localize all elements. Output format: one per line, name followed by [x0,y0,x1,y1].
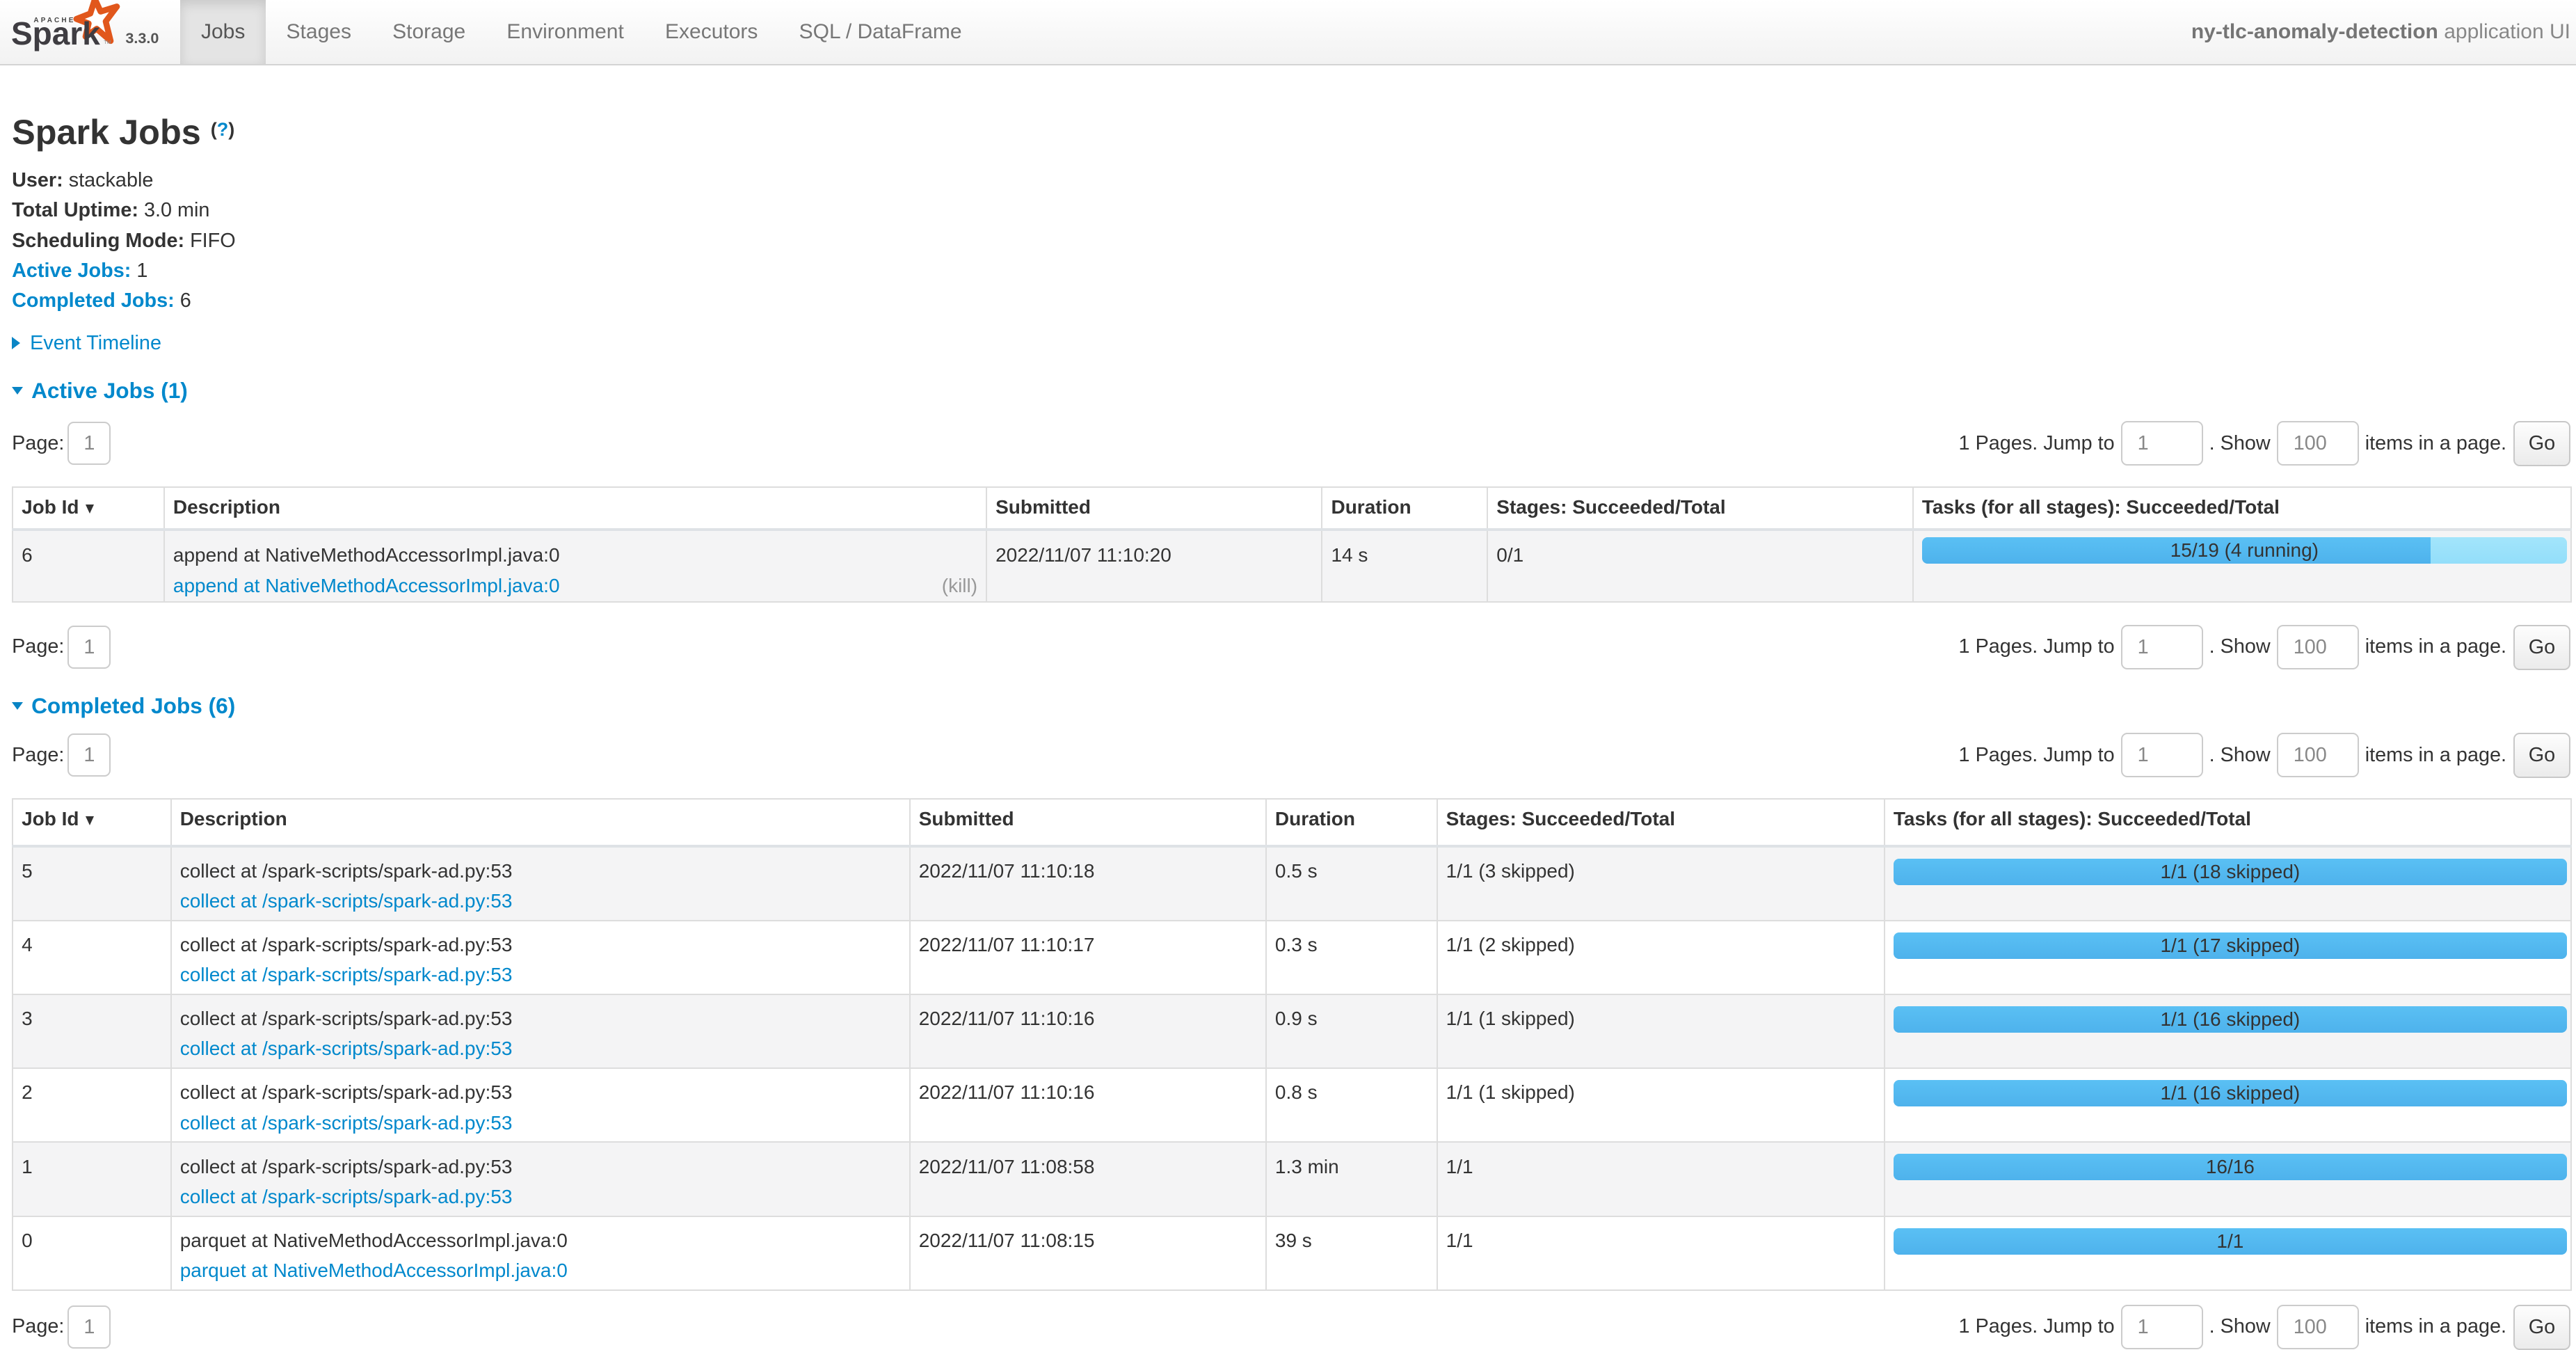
svg-text:TM: TM [104,39,111,45]
svg-text:Spark: Spark [11,15,100,51]
